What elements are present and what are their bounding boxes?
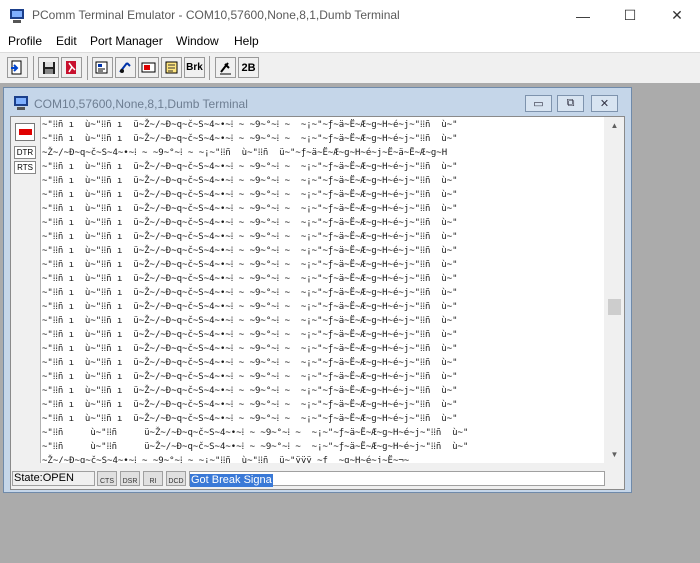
capture-button[interactable]	[138, 57, 159, 78]
transfer-icon	[119, 62, 131, 73]
status-message-field: Got Break Signa	[189, 471, 605, 487]
menu-help[interactable]: Help	[234, 34, 259, 48]
dcd-led: DCD	[166, 471, 186, 486]
transfer-button[interactable]	[115, 57, 136, 78]
properties-icon	[95, 61, 108, 74]
speed-button[interactable]: 2B	[238, 57, 259, 78]
terminal-line: ~"⁞⁞ñ ı ù~"⁞⁞ñ ı ü~Ž~/~Ð~q~č~S~4~•~⁞ ~ ~…	[42, 120, 458, 130]
pcomm-app-window: PComm Terminal Emulator - COM10,57600,No…	[0, 0, 700, 563]
script-icon	[165, 61, 178, 74]
pcomm-app-icon[interactable]	[9, 8, 25, 24]
terminal-line: ~Ž~/~Ð~q~č~S~4~•~⁞ ~ ~9~°~⁞ ~ ~¡~"⁞⁞ñ ù~…	[42, 456, 410, 463]
signal-side-panel: DTR RTS	[11, 117, 41, 463]
connect-button[interactable]	[7, 57, 28, 78]
menu-edit[interactable]: Edit	[56, 34, 77, 48]
terminal-line: ~"⁞⁞ñ ı ù~"⁞⁞ñ ı ü~Ž~/~Ð~q~č~S~4~•~⁞ ~ ~…	[42, 330, 458, 340]
terminal-line: ~"⁞⁞ñ ı ù~"⁞⁞ñ ı ü~Ž~/~Ð~q~č~S~4~•~⁞ ~ ~…	[42, 204, 458, 214]
terminal-line: ~"⁞⁞ñ ı ù~"⁞⁞ñ ı ü~Ž~/~Ð~q~č~S~4~•~⁞ ~ ~…	[42, 344, 458, 354]
exit-arrow-icon	[11, 60, 22, 75]
terminal-line: ~"⁞⁞ñ ı ù~"⁞⁞ñ ı ü~Ž~/~Ð~q~č~S~4~•~⁞ ~ ~…	[42, 288, 458, 298]
capture-icon	[141, 62, 156, 73]
speed-button-label: 2B	[241, 61, 256, 74]
terminal-line: ~"⁞⁞ñ ı ù~"⁞⁞ñ ı ü~Ž~/~Ð~q~č~S~4~•~⁞ ~ ~…	[42, 162, 458, 172]
terminal-line: ~"⁞⁞ñ ı ù~"⁞⁞ñ ı ü~Ž~/~Ð~q~č~S~4~•~⁞ ~ ~…	[42, 316, 458, 326]
vertical-scrollbar[interactable]: ▲ ▼	[605, 117, 624, 463]
cts-led: CTS	[97, 471, 117, 486]
terminal-line: ~"⁞⁞ñ ı ù~"⁞⁞ñ ı ü~Ž~/~Ð~q~č~S~4~•~⁞ ~ ~…	[42, 134, 458, 144]
terminal-window-icon[interactable]	[13, 95, 29, 111]
menu-port-manager[interactable]: Port Manager	[90, 34, 163, 48]
terminal-line: ~"⁞⁞ñ ı ù~"⁞⁞ñ ı ü~Ž~/~Ð~q~č~S~4~•~⁞ ~ ~…	[42, 386, 458, 396]
terminal-line: ~"⁞⁞ñ ı ù~"⁞⁞ñ ı ü~Ž~/~Ð~q~č~S~4~•~⁞ ~ ~…	[42, 190, 458, 200]
connection-indicator[interactable]	[15, 123, 35, 141]
child-restore-button[interactable]: ⧉	[557, 95, 584, 112]
dsr-led: DSR	[120, 471, 140, 486]
rts-toggle[interactable]: RTS	[14, 161, 36, 174]
app-titlebar[interactable]: PComm Terminal Emulator - COM10,57600,No…	[0, 0, 700, 31]
minimize-button[interactable]: —	[560, 0, 606, 31]
toolbar-separator	[209, 56, 210, 80]
terminal-line: ~"⁞⁞ñ ı ù~"⁞⁞ñ ı ü~Ž~/~Ð~q~č~S~4~•~⁞ ~ ~…	[42, 274, 458, 284]
scroll-up-icon[interactable]: ▲	[605, 117, 624, 134]
terminal-line: ~"⁞⁞ñ ı ù~"⁞⁞ñ ı ü~Ž~/~Ð~q~č~S~4~•~⁞ ~ ~…	[42, 246, 458, 256]
dtr-toggle[interactable]: DTR	[14, 146, 36, 159]
break-button-label: Brk	[186, 62, 203, 73]
terminal-line: ~"⁞⁞ñ ı ù~"⁞⁞ñ ı ü~Ž~/~Ð~q~č~S~4~•~⁞ ~ ~…	[42, 218, 458, 228]
exit-button[interactable]	[61, 57, 82, 78]
terminal-output[interactable]: ~"⁞⁞ñ ı ù~"⁞⁞ñ ı ü~Ž~/~Ð~q~č~S~4~•~⁞ ~ ~…	[41, 117, 604, 463]
scroll-down-icon[interactable]: ▼	[605, 446, 624, 463]
terminal-line: ~"⁞⁞ñ ı ù~"⁞⁞ñ ı ü~Ž~/~Ð~q~č~S~4~•~⁞ ~ ~…	[42, 372, 458, 382]
terminal-line: ~"⁞⁞ñ ı ù~"⁞⁞ñ ı ü~Ž~/~Ð~q~č~S~4~•~⁞ ~ ~…	[42, 176, 458, 186]
port-state: State:OPEN	[12, 471, 95, 486]
save-button[interactable]	[38, 57, 59, 78]
menu-profile[interactable]: Profile	[8, 34, 42, 48]
script-button[interactable]	[161, 57, 182, 78]
status-bar: State:OPEN CTS DSR RI DCD Got Break Sign…	[11, 469, 624, 489]
menu-bar: Profile Edit Port Manager Window Help	[0, 31, 700, 52]
signal-button[interactable]	[215, 57, 236, 78]
scroll-thumb[interactable]	[608, 299, 621, 315]
terminal-line: ~"⁞⁞ñ ù~"⁞⁞ñ ü~Ž~/~Ð~q~č~S~4~•~⁞ ~ ~9~°~…	[42, 428, 469, 438]
exit-door-icon	[66, 61, 76, 74]
child-close-button[interactable]: ✕	[591, 95, 618, 112]
ri-led: RI	[143, 471, 163, 486]
toolbar-separator	[33, 56, 34, 80]
toolbar: Brk 2B	[0, 52, 700, 84]
terminal-child-window: COM10,57600,None,8,1,Dumb Terminal ▭ ⧉ ✕…	[3, 87, 632, 493]
terminal-line: ~"⁞⁞ñ ı ù~"⁞⁞ñ ı ü~Ž~/~Ð~q~č~S~4~•~⁞ ~ ~…	[42, 232, 458, 242]
menu-window[interactable]: Window	[176, 34, 219, 48]
status-message: Got Break Signa	[190, 474, 273, 487]
connection-indicator-bar	[18, 129, 32, 135]
break-button[interactable]: Brk	[184, 57, 205, 78]
terminal-line: ~Ž~/~Ð~q~č~S~4~•~⁞ ~ ~9~°~⁞ ~ ~¡~"⁞⁞ñ ù~…	[42, 148, 448, 158]
toolbar-separator	[87, 56, 88, 80]
properties-button[interactable]	[92, 57, 113, 78]
terminal-line: ~"⁞⁞ñ ı ù~"⁞⁞ñ ı ü~Ž~/~Ð~q~č~S~4~•~⁞ ~ ~…	[42, 302, 458, 312]
terminal-client-area: DTR RTS ~"⁞⁞ñ ı ù~"⁞⁞ñ ı ü~Ž~/~Ð~q~č~S~4…	[10, 116, 625, 490]
child-title: COM10,57600,None,8,1,Dumb Terminal	[34, 97, 248, 111]
close-button[interactable]: ✕	[654, 0, 700, 31]
terminal-line: ~"⁞⁞ñ ı ù~"⁞⁞ñ ı ü~Ž~/~Ð~q~č~S~4~•~⁞ ~ ~…	[42, 260, 458, 270]
terminal-line: ~"⁞⁞ñ ù~"⁞⁞ñ ü~Ž~/~Ð~q~č~S~4~•~⁞ ~ ~9~°~…	[42, 442, 469, 452]
child-titlebar[interactable]: COM10,57600,None,8,1,Dumb Terminal ▭ ⧉ ✕	[4, 88, 631, 116]
signal-icon	[220, 62, 231, 75]
floppy-disk-icon	[42, 61, 55, 74]
terminal-line: ~"⁞⁞ñ ı ù~"⁞⁞ñ ı ü~Ž~/~Ð~q~č~S~4~•~⁞ ~ ~…	[42, 358, 458, 368]
app-title: PComm Terminal Emulator - COM10,57600,No…	[32, 8, 400, 22]
maximize-button[interactable]: ☐	[607, 0, 653, 31]
terminal-line: ~"⁞⁞ñ ı ù~"⁞⁞ñ ı ü~Ž~/~Ð~q~č~S~4~•~⁞ ~ ~…	[42, 414, 458, 424]
terminal-line: ~"⁞⁞ñ ı ù~"⁞⁞ñ ı ü~Ž~/~Ð~q~č~S~4~•~⁞ ~ ~…	[42, 400, 458, 410]
child-minimize-button[interactable]: ▭	[525, 95, 552, 112]
